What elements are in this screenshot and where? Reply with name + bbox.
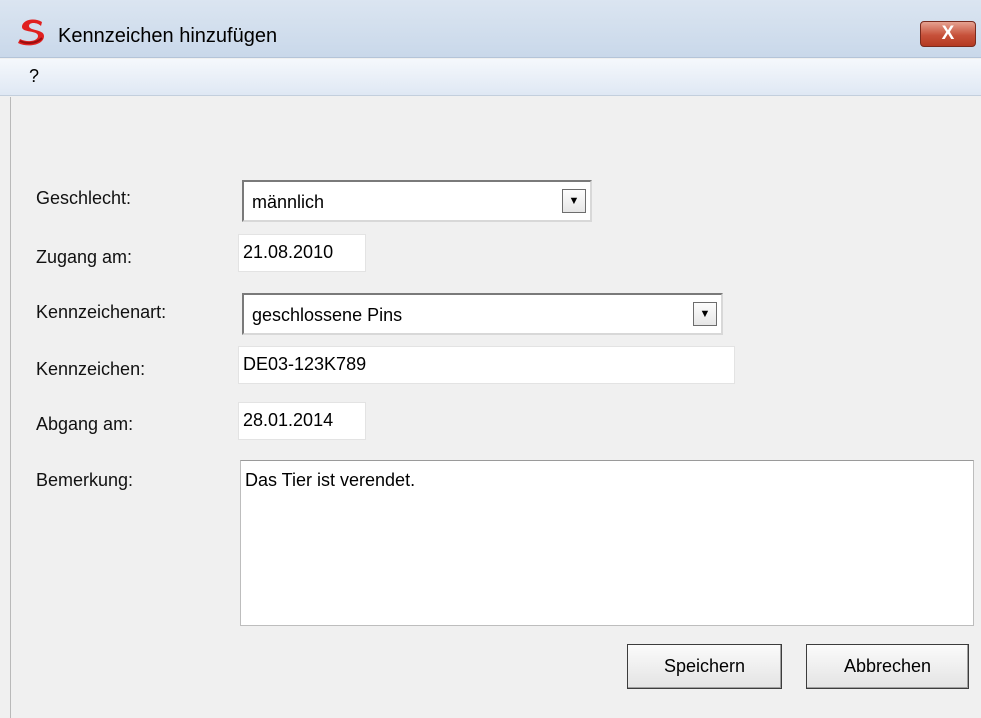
zugang-field[interactable]: 21.08.2010 [238,234,366,272]
bemerkung-textarea[interactable]: Das Tier ist verendet. [240,460,974,626]
bemerkung-label: Bemerkung: [36,470,134,490]
kennzeichen-value: DE03-123K789 [243,354,367,374]
dialog-window: Kennzeichen hinzufügen X ? Geschlecht: m… [0,0,981,718]
kennzeichenart-label: Kennzeichenart: [36,302,167,322]
chevron-down-icon[interactable]: ▼ [693,302,717,326]
geschlecht-value: männlich [252,192,325,212]
close-button[interactable]: X [920,21,976,47]
geschlecht-select[interactable]: männlich ▼ [242,180,592,222]
bemerkung-value: Das Tier ist verendet. [245,470,416,490]
kennzeichen-label: Kennzeichen: [36,359,146,379]
app-logo-icon [18,19,44,46]
geschlecht-label: Geschlecht: [36,188,132,208]
window-title: Kennzeichen hinzufügen [58,25,278,47]
menu-item-help[interactable]: ? [29,66,39,87]
menu-bar: ? [0,59,981,96]
abgang-label: Abgang am: [36,414,134,434]
close-icon: X [941,23,955,44]
title-bar[interactable]: Kennzeichen hinzufügen X [0,0,981,58]
save-button[interactable]: Speichern [627,644,782,689]
cancel-button[interactable]: Abbrechen [806,644,969,689]
abgang-field[interactable]: 28.01.2014 [238,402,366,440]
kennzeichenart-select[interactable]: geschlossene Pins ▼ [242,293,723,335]
kennzeichen-field[interactable]: DE03-123K789 [238,346,735,384]
zugang-label: Zugang am: [36,247,133,267]
kennzeichenart-value: geschlossene Pins [252,305,403,325]
abgang-value: 28.01.2014 [243,410,334,430]
chevron-down-icon[interactable]: ▼ [562,189,586,213]
zugang-value: 21.08.2010 [243,242,334,262]
